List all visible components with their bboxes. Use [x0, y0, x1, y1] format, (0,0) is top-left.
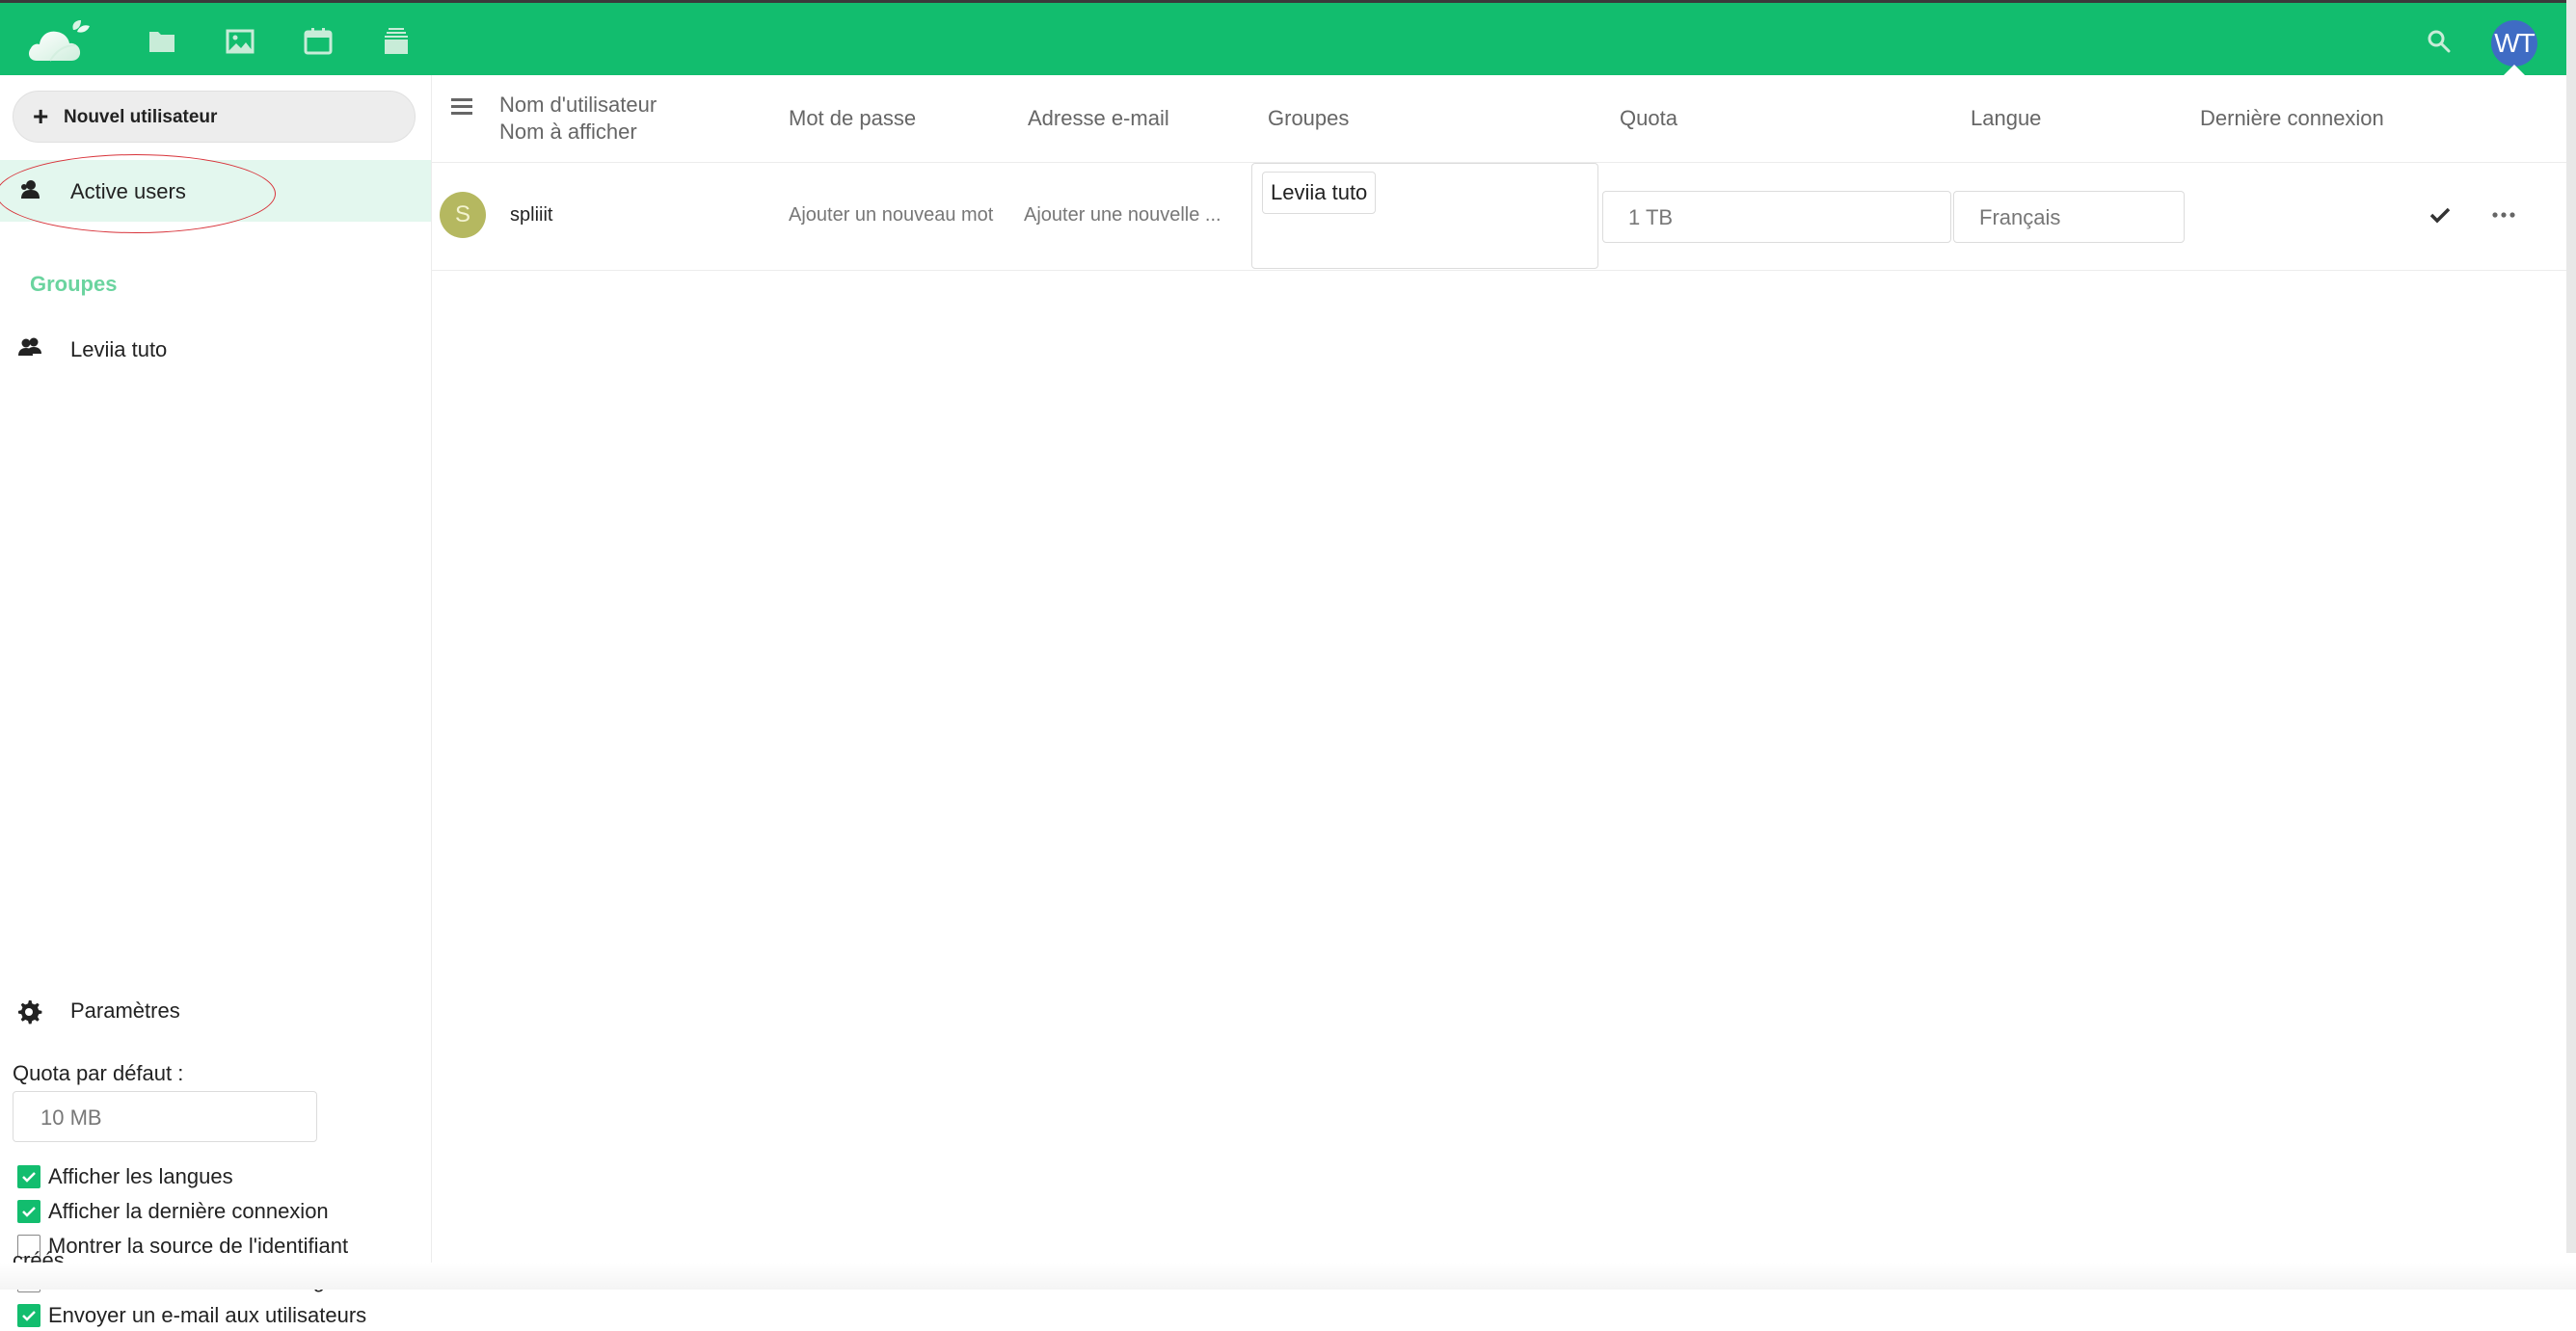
user-list: Nom d'utilisateur Nom à afficher Mot de … — [432, 75, 2566, 1272]
user-avatar: S — [440, 192, 486, 238]
settings-toggle[interactable]: Paramètres — [0, 981, 431, 1039]
groups-caption: Groupes — [30, 272, 118, 296]
group-icon — [17, 335, 42, 360]
default-quota-label: Quota par défaut : — [13, 1061, 184, 1085]
divider — [432, 270, 2566, 271]
sidebar-navigation: + Nouvel utilisateur Active users Groupe… — [0, 75, 432, 1327]
header-username: Nom d'utilisateur — [499, 93, 657, 117]
language-select[interactable]: Français — [1953, 191, 2185, 243]
plus-icon: + — [33, 101, 49, 131]
sidebar-item-active-users[interactable]: Active users — [0, 160, 431, 222]
email-input[interactable]: Ajouter une nouvelle ... — [1024, 204, 1221, 226]
sidebar-item-group-leviia-tuto[interactable]: Leviia tuto — [0, 318, 431, 380]
option-label: Afficher la dernière connexion — [48, 1199, 329, 1223]
option-label: Montrer la source de l'identifiant — [48, 1234, 349, 1258]
confirm-check-icon[interactable] — [2426, 200, 2455, 229]
header-password: Mot de passe — [789, 106, 917, 130]
new-user-button[interactable]: + Nouvel utilisateur — [13, 91, 416, 143]
checkbox-checked[interactable] — [17, 1304, 40, 1327]
window-bottom-edge — [0, 1263, 2576, 1290]
calendar-app-calendar-icon[interactable] — [303, 26, 334, 57]
groups-select[interactable]: Leviia tuto — [1251, 163, 1598, 269]
user-icon — [17, 177, 42, 202]
header-quota: Quota — [1620, 106, 1677, 130]
user-menu-avatar[interactable]: WT — [2491, 20, 2537, 67]
new-user-label: Nouvel utilisateur — [64, 107, 218, 127]
gear-icon — [15, 998, 42, 1025]
username-cell: spliiit — [510, 204, 553, 226]
top-bar: WT — [0, 0, 2576, 78]
files-app-folder-icon[interactable] — [147, 26, 177, 57]
password-input[interactable]: Ajouter un nouveau mot — [789, 204, 993, 226]
photos-app-image-icon[interactable] — [225, 26, 255, 57]
default-quota-input[interactable]: 10 MB — [13, 1091, 317, 1142]
sidebar-item-label: Leviia tuto — [70, 337, 168, 361]
more-actions-icon[interactable] — [2489, 200, 2518, 229]
sidebar-item-label: Active users — [70, 179, 186, 203]
header-display-name: Nom à afficher — [499, 120, 637, 144]
header-language: Langue — [1971, 106, 2042, 130]
header-email: Adresse e-mail — [1028, 106, 1169, 130]
search-icon[interactable] — [2426, 28, 2453, 55]
quota-select[interactable]: 1 TB — [1602, 191, 1951, 243]
nextcloud-logo-icon[interactable] — [27, 18, 93, 65]
scrollbar[interactable] — [2566, 0, 2576, 1253]
deck-app-stack-icon[interactable] — [381, 26, 412, 57]
checkbox-checked[interactable] — [17, 1165, 40, 1188]
settings-label: Paramètres — [70, 998, 180, 1023]
option-label: Envoyer un e-mail aux utilisateurs — [48, 1303, 367, 1327]
checkbox-checked[interactable] — [17, 1200, 40, 1223]
option-label: Afficher les langues — [48, 1164, 233, 1188]
group-tag[interactable]: Leviia tuto — [1262, 172, 1377, 214]
header-last-login: Dernière connexion — [2200, 106, 2384, 130]
header-groups: Groupes — [1268, 106, 1350, 130]
menu-icon[interactable] — [451, 98, 472, 116]
